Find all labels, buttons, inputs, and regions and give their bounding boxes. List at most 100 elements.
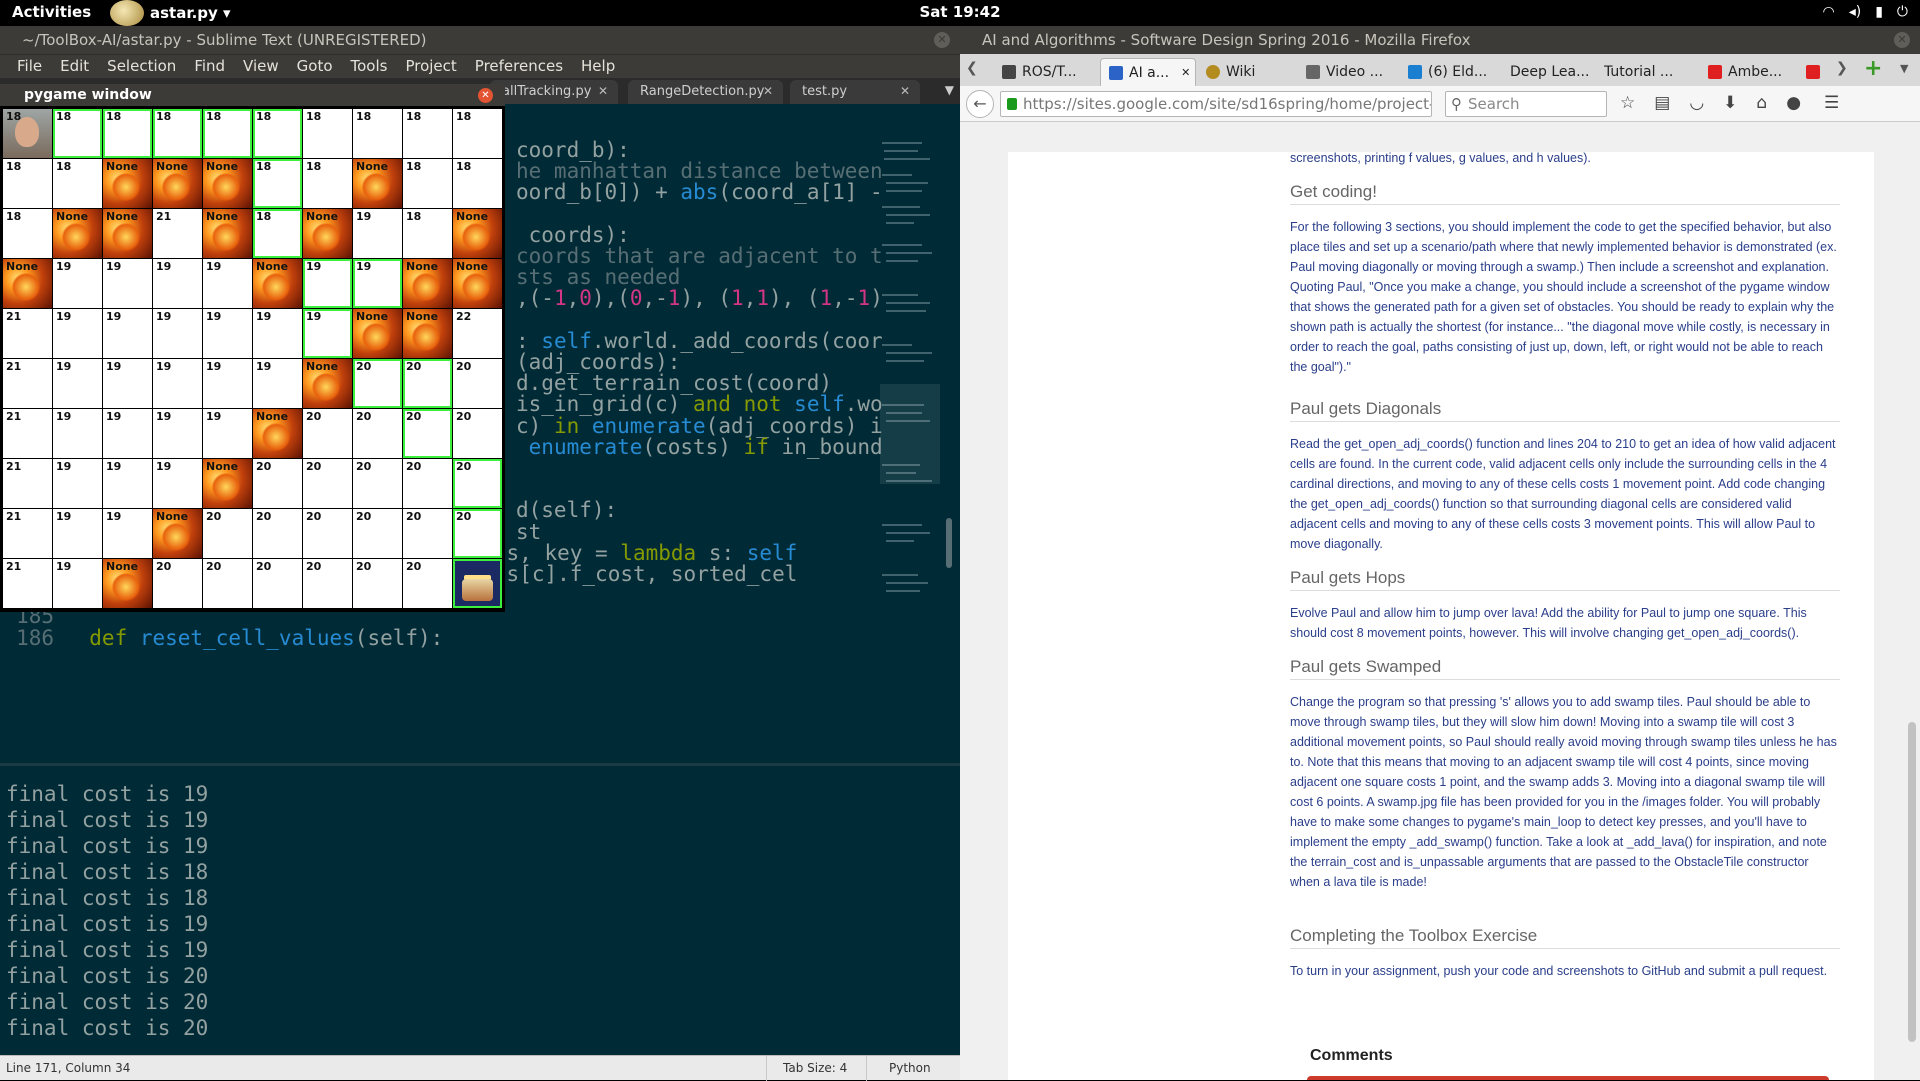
lava-tile[interactable]: None [53, 209, 102, 258]
search-input[interactable]: ⚲ Search [1445, 91, 1607, 117]
grid-cell[interactable]: 18 [53, 109, 102, 158]
grid-cell[interactable]: 18 [403, 109, 452, 158]
bookmark-star-icon[interactable]: ☆ [1620, 93, 1635, 113]
tab-overflow[interactable] [1806, 58, 1828, 86]
code-line[interactable]: enumerate(costs) if in_bound [516, 435, 883, 461]
lava-tile[interactable]: None [103, 159, 152, 208]
grid-cell[interactable]: 19 [203, 259, 252, 308]
grid-cell[interactable]: 20 [303, 459, 352, 508]
paul-avatar-tile[interactable]: 18 [3, 109, 52, 158]
menu-preferences[interactable]: Preferences [466, 55, 572, 78]
lava-tile[interactable]: None [203, 159, 252, 208]
menu-edit[interactable]: Edit [51, 55, 98, 78]
grid-cell[interactable]: 18 [3, 209, 52, 258]
close-icon[interactable]: ✕ [763, 84, 773, 98]
lava-tile[interactable]: None [453, 209, 502, 258]
grid-cell[interactable]: 19 [303, 309, 352, 358]
grid-cell[interactable]: 20 [353, 559, 402, 608]
menu-help[interactable]: Help [572, 55, 624, 78]
grid-cell[interactable]: 19 [153, 409, 202, 458]
menu-goto[interactable]: Goto [288, 55, 342, 78]
grid-cell[interactable]: 19 [103, 459, 152, 508]
tabs-scroll-right-icon[interactable]: ❯ [1836, 60, 1848, 76]
lava-tile[interactable]: None [103, 209, 152, 258]
close-icon[interactable]: ✕ [934, 32, 950, 48]
new-tab-icon[interactable]: + [1864, 56, 1882, 81]
grid-cell[interactable]: 20 [403, 559, 452, 608]
code-line[interactable]: oord_b[0]) + abs(coord_a[1] - [516, 180, 883, 206]
grid-cell[interactable]: 19 [53, 309, 102, 358]
grid-cell[interactable]: 19 [53, 409, 102, 458]
grid-cell[interactable]: 21 [153, 209, 202, 258]
tab-balltracking[interactable]: allTracking.py ✕ [490, 80, 618, 104]
grid-cell[interactable]: 19 [153, 309, 202, 358]
hamburger-menu-icon[interactable]: ☰ [1824, 93, 1839, 113]
grid-cell[interactable]: 19 [53, 359, 102, 408]
grid-cell[interactable]: 19 [103, 259, 152, 308]
grid-cell[interactable]: 18 [303, 159, 352, 208]
wifi-icon[interactable]: ◠ [1822, 4, 1834, 20]
grid-cell[interactable]: 19 [103, 409, 152, 458]
tab-rangedetection[interactable]: RangeDetection.py ✕ [628, 80, 783, 104]
lava-tile[interactable]: None [353, 159, 402, 208]
page-scrollbar[interactable] [1908, 722, 1916, 1042]
grid-cell[interactable]: 20 [403, 459, 452, 508]
grid-cell[interactable]: 18 [3, 159, 52, 208]
back-icon[interactable]: ← [966, 90, 994, 118]
tab-list-icon[interactable]: ▼ [1900, 62, 1908, 75]
grid-cell[interactable]: 20 [303, 509, 352, 558]
grid-cell[interactable]: 20 [253, 459, 302, 508]
lava-tile[interactable]: None [253, 409, 302, 458]
home-icon[interactable]: ⌂ [1756, 93, 1767, 113]
minimap[interactable] [880, 134, 940, 634]
lava-tile[interactable]: None [253, 259, 302, 308]
menu-file[interactable]: File [8, 55, 51, 78]
download-icon[interactable]: ⬇ [1723, 93, 1737, 113]
clock[interactable]: Sat 19:42 [0, 3, 1920, 21]
menu-project[interactable]: Project [396, 55, 465, 78]
grid-cell[interactable]: 19 [253, 359, 302, 408]
grid-cell[interactable]: 18 [253, 159, 302, 208]
grid-cell[interactable]: 19 [53, 459, 102, 508]
menu-tools[interactable]: Tools [342, 55, 397, 78]
grid-cell[interactable]: 20 [453, 459, 502, 508]
close-icon[interactable]: ✕ [478, 88, 493, 103]
grid-cell[interactable]: 19 [103, 359, 152, 408]
tab-ros[interactable]: ROS/T... [1002, 58, 1097, 86]
grid-cell[interactable]: 19 [203, 309, 252, 358]
grid-cell[interactable]: 20 [253, 509, 302, 558]
tab-dropdown-icon[interactable]: ▼ [945, 83, 954, 97]
code-line[interactable]: def reset_cell_values(self): [64, 626, 443, 652]
lava-tile[interactable]: None [3, 259, 52, 308]
grid-cell[interactable]: 18 [103, 109, 152, 158]
grid-cell[interactable]: 20 [453, 509, 502, 558]
grid-cell[interactable]: 21 [3, 359, 52, 408]
close-icon[interactable]: ✕ [1181, 66, 1190, 79]
vertical-scrollbar[interactable] [946, 518, 952, 568]
grid-cell[interactable]: 20 [303, 559, 352, 608]
grid-cell[interactable]: 20 [153, 559, 202, 608]
grid-cell[interactable]: 21 [3, 409, 52, 458]
grid-cell[interactable]: 19 [103, 309, 152, 358]
grid-cell[interactable]: 21 [3, 459, 52, 508]
grid-cell[interactable]: 19 [353, 209, 402, 258]
grid-cell[interactable]: 20 [203, 509, 252, 558]
grid-cell[interactable]: 20 [353, 409, 402, 458]
menu-find[interactable]: Find [185, 55, 234, 78]
lava-tile[interactable]: None [103, 559, 152, 608]
grid-cell[interactable]: 18 [403, 209, 452, 258]
grid-cell[interactable]: 19 [53, 509, 102, 558]
tab-eld[interactable]: (6) Eld... [1408, 58, 1500, 86]
lava-tile[interactable]: None [453, 259, 502, 308]
close-icon[interactable]: ✕ [900, 84, 910, 98]
grid-cell[interactable]: 20 [353, 509, 402, 558]
lava-tile[interactable]: None [153, 509, 202, 558]
tab-tutorial[interactable]: Tutorial ... [1604, 58, 1686, 86]
grid-cell[interactable]: 20 [403, 409, 452, 458]
grid-cell[interactable]: 18 [303, 109, 352, 158]
lava-tile[interactable]: None [153, 159, 202, 208]
grid-cell[interactable]: 18 [453, 159, 502, 208]
grid-cell[interactable]: 20 [253, 559, 302, 608]
code-line[interactable]: ,(-1,0),(0,-1), (1,1), (1,-1) [516, 286, 883, 312]
grid-cell[interactable]: 20 [353, 359, 402, 408]
